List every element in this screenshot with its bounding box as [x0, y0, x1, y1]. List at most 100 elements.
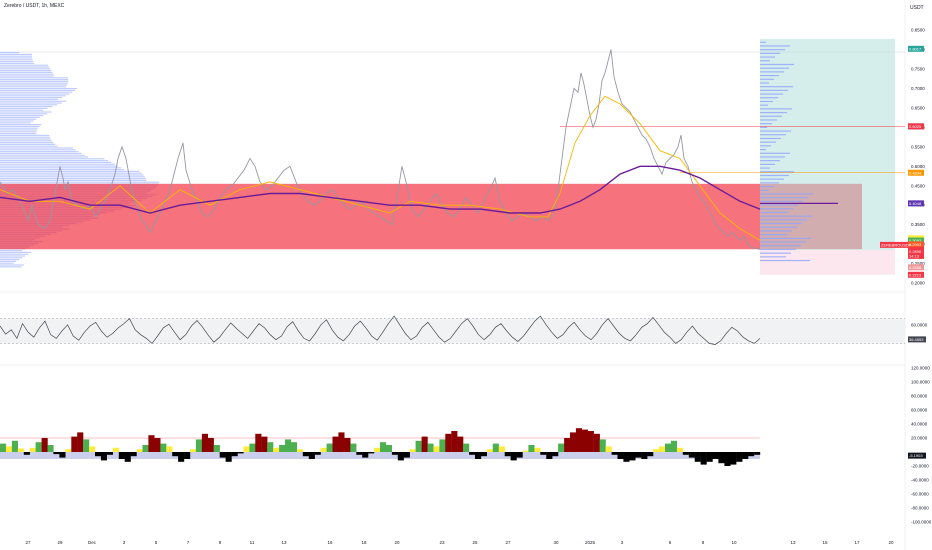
volume-bar [0, 113, 48, 115]
time-axis-tick: 10 [731, 540, 737, 545]
volume-bar [0, 143, 56, 145]
volume-bar [0, 152, 82, 154]
right-volume-bar [760, 185, 774, 188]
right-volume-bar [760, 197, 808, 199]
price-axis-tick: 0.4500 [911, 183, 925, 188]
right-volume-bar [760, 141, 776, 143]
osc-bar [409, 449, 416, 452]
osc-bar [190, 449, 197, 452]
osc-bar [718, 452, 725, 464]
right-volume-bar [760, 49, 785, 51]
osc-bar [308, 452, 315, 459]
right-volume-bar [760, 134, 786, 136]
osc-bar [53, 452, 60, 455]
osc-bar [724, 452, 731, 466]
osc-bar [475, 452, 482, 459]
volume-bar [0, 53, 33, 55]
osc-bar [427, 443, 434, 452]
osc-bar [65, 449, 72, 452]
right-volume-bar [760, 67, 789, 69]
osc-bar [350, 443, 357, 452]
volume-bar [0, 79, 69, 81]
osc-axis-tick: -20.0000 [911, 464, 929, 469]
volume-bar [0, 86, 66, 88]
osc-bar [267, 442, 274, 452]
osc-axis-tick: -80.0000 [911, 506, 929, 511]
osc-bar [95, 452, 102, 457]
volume-bar [0, 66, 50, 68]
right-volume-bar [760, 89, 788, 91]
osc-bar [486, 449, 493, 452]
osc-bar [742, 452, 749, 459]
right-volume-bar [760, 208, 793, 210]
right-volume-bar [760, 148, 766, 151]
osc-bar [611, 452, 618, 455]
volume-bar [0, 163, 115, 165]
osc-bar [391, 452, 398, 455]
osc-axis-tick: 40.0000 [911, 422, 928, 427]
osc-bar [89, 446, 96, 452]
osc-bar [629, 452, 636, 461]
osc-bar [332, 436, 339, 452]
volume-bar [0, 160, 108, 162]
osc-bar [213, 445, 220, 452]
osc-bar [320, 447, 327, 452]
osc-bar [581, 429, 588, 452]
osc-bar [694, 452, 701, 462]
osc-bar [166, 446, 173, 452]
osc-bar [118, 452, 125, 459]
right-volume-bar [760, 130, 791, 132]
volume-bar [0, 138, 51, 140]
osc-bar [736, 452, 743, 462]
osc-bar [195, 439, 202, 452]
right-volume-bar [760, 167, 770, 169]
price-axis-tick: 0.7000 [911, 86, 925, 91]
osc-bar [207, 438, 214, 452]
volume-bar [0, 174, 144, 176]
volume-bar [0, 170, 140, 172]
osc-bar [302, 452, 309, 457]
right-volume-bar [760, 123, 772, 125]
right-volume-bar [760, 259, 810, 262]
time-axis-tick: 6 [669, 540, 672, 545]
chart-canvas[interactable]: 0.85000.80000.75000.70000.65000.60000.55… [0, 0, 932, 550]
volume-bar [0, 181, 160, 183]
volume-bar [0, 62, 35, 64]
osc-bar [59, 452, 66, 458]
volume-bar [0, 88, 78, 90]
osc-bar [617, 452, 624, 459]
osc-bar [730, 452, 737, 465]
osc-bar [83, 439, 90, 452]
osc-bar [558, 443, 565, 452]
time-axis-tick: 25 [472, 540, 478, 545]
osc-bar [130, 452, 137, 457]
volume-bar [0, 104, 58, 106]
osc-bar [5, 446, 12, 452]
osc-bar [374, 447, 381, 452]
volume-bar [0, 124, 42, 126]
volume-bar [0, 107, 48, 109]
volume-bar [0, 179, 147, 181]
right-volume-bar [760, 111, 787, 114]
volume-bar [0, 178, 146, 180]
osc-bar [599, 439, 606, 452]
volume-bar [0, 255, 26, 257]
osc-bar [178, 452, 185, 462]
osc-bar [219, 452, 226, 458]
price-level-label: 0.4048 [909, 201, 922, 206]
volume-bar [0, 118, 37, 120]
right-volume-bar [760, 248, 796, 251]
osc-bar [326, 443, 333, 452]
time-axis-tick: 30 [553, 540, 559, 545]
osc-bar [433, 446, 440, 452]
volume-bar [0, 129, 38, 131]
volume-bar [0, 102, 62, 104]
volume-bar [0, 59, 33, 61]
osc-axis-tick: 80.0000 [911, 394, 928, 399]
osc-bar [279, 445, 286, 452]
osc-bar [154, 438, 161, 452]
osc-bar [385, 445, 392, 452]
volume-bar [0, 251, 32, 253]
volume-bar [0, 73, 54, 75]
osc-bar [575, 428, 582, 452]
